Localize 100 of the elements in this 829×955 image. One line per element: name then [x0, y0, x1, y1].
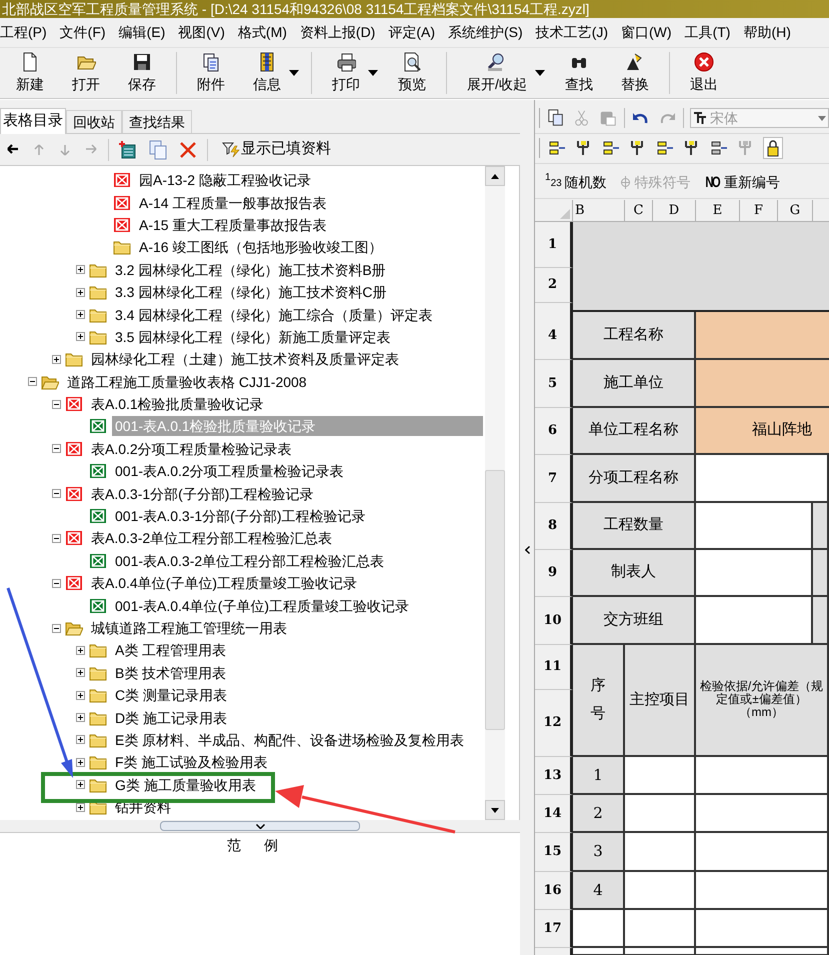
tree-item[interactable]: 表A.0.2分项工程质量检验记录表	[88, 438, 292, 459]
tree-item[interactable]: F类 施工试验及检验用表	[112, 752, 268, 772]
menu-item[interactable]: 视图(V)	[178, 22, 225, 43]
label-cell[interactable]: 交方班组	[573, 596, 696, 645]
row-header[interactable]: 17	[535, 910, 573, 948]
tree-item[interactable]: 001-表A.0.3-2单位工程分部工程检验汇总表	[112, 550, 384, 571]
input-cell[interactable]	[696, 312, 829, 360]
expand-icon[interactable]	[76, 288, 85, 297]
label-cell[interactable]: 序号	[573, 644, 625, 757]
label-cell[interactable]: 工程数量	[573, 502, 696, 550]
label-cell[interactable]: 制表人	[573, 550, 696, 597]
tree-item[interactable]: 001-表A.0.2分项工程质量检验记录表	[112, 461, 344, 482]
label-cell[interactable]	[813, 502, 829, 550]
table-cell[interactable]	[696, 794, 829, 833]
tree-item[interactable]: A-14 工程质量一般事故报告表	[136, 192, 326, 213]
tree-item[interactable]: 表A.0.3-1分部(子分部)工程检验记录	[88, 484, 314, 504]
table-cell[interactable]	[625, 910, 696, 948]
row-header[interactable]: 5	[535, 360, 573, 408]
scroll-down-button[interactable]	[485, 800, 505, 820]
label-cell[interactable]: 4	[573, 872, 625, 910]
tree-item[interactable]: 道路工程施工质量验收表格 CJJ1-2008	[64, 372, 307, 392]
collapse-icon[interactable]	[52, 444, 61, 454]
label-cell[interactable]: 主控项目	[625, 644, 696, 757]
toolbar-button[interactable]: 新建	[2, 48, 58, 98]
column-header[interactable]: B	[573, 200, 625, 222]
collapse-icon[interactable]	[52, 400, 61, 409]
expand-icon[interactable]	[76, 310, 85, 320]
tree-item[interactable]: 3.5 园林绿化工程（绿化）新施工质量评定表	[112, 326, 390, 347]
collapse-icon[interactable]	[52, 534, 61, 543]
tab[interactable]: 查找结果	[122, 110, 192, 133]
tree-item[interactable]: 001-表A.0.3-1分部(子分部)工程检验记录	[112, 506, 366, 526]
tab[interactable]: 表格目录	[0, 108, 66, 134]
label-cell[interactable]: 1	[573, 756, 625, 795]
scroll-thumb[interactable]	[485, 470, 505, 730]
tool-button[interactable]	[763, 137, 783, 160]
label-cell[interactable]: 2	[573, 794, 625, 833]
input-cell[interactable]	[696, 360, 829, 408]
toolbar-button[interactable]: 展开/收起	[453, 48, 529, 98]
expand-icon[interactable]	[76, 668, 85, 678]
row-header[interactable]: 14	[535, 794, 573, 833]
tree-item[interactable]: 表A.0.4单位(子单位)工程质量竣工验收记录	[88, 573, 358, 594]
table-cell[interactable]	[696, 596, 813, 645]
row-header[interactable]: 6	[535, 408, 573, 455]
tree-item[interactable]: 001-表A.0.4单位(子单位)工程质量竣工验收记录	[112, 596, 410, 616]
expand-icon[interactable]	[52, 354, 61, 364]
menu-item[interactable]: 工具(T)	[684, 22, 730, 43]
tree-item[interactable]: 园A-13-2 隐蔽工程验收记录	[136, 170, 311, 190]
menu-item[interactable]: 评定(A)	[388, 22, 436, 43]
table-cell[interactable]	[696, 872, 829, 910]
toolbar-button[interactable]: 保存	[114, 48, 170, 98]
scrollbar[interactable]	[485, 166, 505, 820]
label-cell[interactable]: 分项工程名称	[573, 454, 696, 503]
row-header[interactable]: 12	[535, 690, 573, 757]
table-cell[interactable]	[696, 502, 813, 550]
table-cell[interactable]	[696, 910, 829, 948]
scroll-up-button[interactable]	[485, 166, 505, 186]
table-cell[interactable]	[696, 454, 829, 503]
tree-item[interactable]: D类 施工记录用表	[112, 708, 227, 728]
label-cell[interactable]: 工程名称	[573, 312, 696, 360]
label-cell[interactable]: 施工单位	[573, 360, 696, 408]
toolbar-button[interactable]: 退出	[676, 48, 732, 98]
expand-icon[interactable]	[76, 332, 85, 342]
input-cell[interactable]: 福山阵地	[696, 408, 829, 455]
table-cell[interactable]	[625, 756, 696, 795]
tree-item[interactable]: 3.4 园林绿化工程（绿化）施工综合（质量）评定表	[112, 304, 432, 325]
tree-item[interactable]: 表A.0.1检验批质量验收记录	[88, 394, 264, 414]
tree-item[interactable]: 3.2 园林绿化工程（绿化）施工技术资料B册	[112, 260, 386, 280]
splitter-handle[interactable]	[160, 821, 360, 831]
tool-button[interactable]	[546, 108, 566, 128]
tree-item[interactable]: B类 技术管理用表	[112, 662, 226, 683]
row-header[interactable]: 10	[535, 596, 573, 645]
row-header[interactable]: 9	[535, 550, 573, 597]
menu-item[interactable]: 窗口(W)	[621, 22, 672, 43]
column-header[interactable]: E	[696, 200, 740, 222]
expand-icon[interactable]	[76, 265, 85, 274]
column-header[interactable]: D	[653, 200, 696, 222]
tree-item[interactable]: C类 测量记录用表	[112, 685, 227, 706]
tree-item[interactable]: G类 施工质量验收用表	[112, 774, 256, 795]
label-cell[interactable]	[813, 596, 829, 645]
table-cell[interactable]	[625, 794, 696, 833]
collapse-icon[interactable]	[52, 578, 61, 588]
table-cell[interactable]	[696, 756, 829, 795]
menu-item[interactable]: 文件(F)	[60, 22, 106, 43]
collapse-icon[interactable]	[52, 624, 61, 632]
tool-button[interactable]: NO 重新编号	[702, 172, 780, 193]
expand-icon[interactable]	[76, 780, 85, 790]
table-cell[interactable]	[696, 832, 829, 872]
collapse-icon[interactable]	[52, 489, 61, 498]
tree-item[interactable]: A-16 竣工图纸（包括地形验收竣工图）	[136, 237, 382, 258]
menu-item[interactable]: 编辑(E)	[118, 22, 166, 43]
row-header[interactable]: 4	[535, 312, 573, 360]
row-header[interactable]: 8	[535, 502, 573, 550]
tree-item[interactable]: 城镇道路工程施工管理统一用表	[88, 618, 287, 638]
expand-icon[interactable]	[76, 690, 85, 700]
table-cell[interactable]	[625, 832, 696, 872]
column-header[interactable]: C	[625, 200, 653, 222]
column-header[interactable]: F	[740, 200, 778, 222]
expand-icon[interactable]	[76, 802, 85, 812]
menu-item[interactable]: 系统维护(S)	[448, 22, 523, 43]
toolbar-button[interactable]: 预览	[384, 48, 440, 98]
